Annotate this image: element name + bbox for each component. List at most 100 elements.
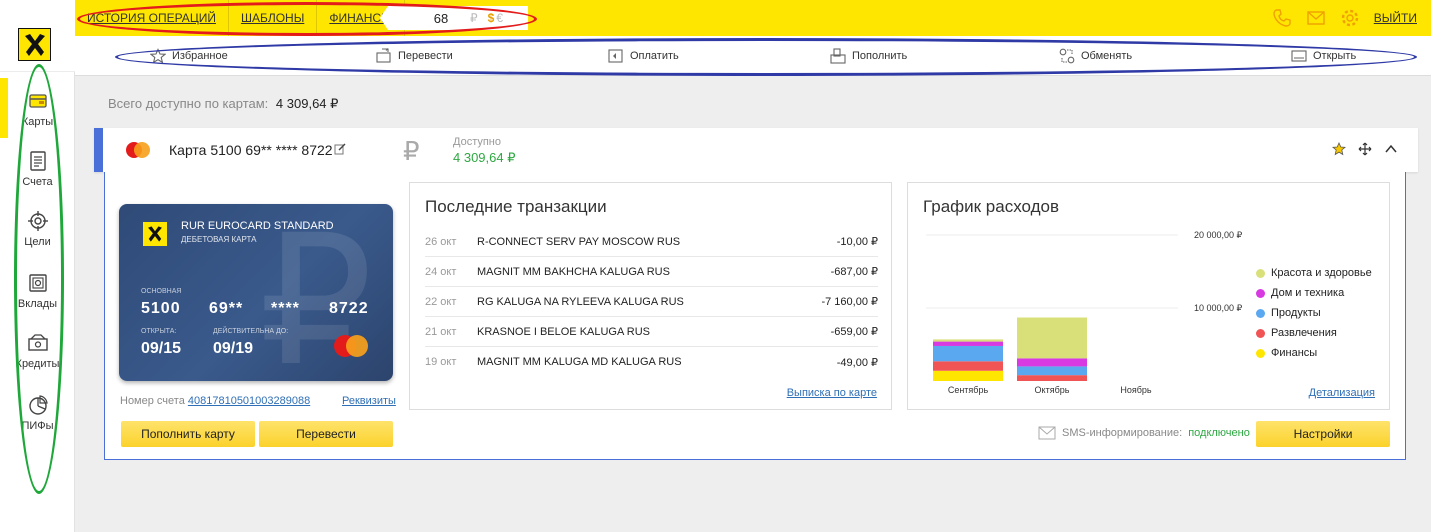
chart-bar-segment[interactable] <box>933 341 1003 346</box>
card-icon <box>28 94 47 108</box>
action-topup[interactable]: Пополнить <box>830 48 907 64</box>
table-row[interactable]: 21 окт KRASNOE I BELOE KALUGA RUS -659,0… <box>425 317 878 347</box>
chart-bar-segment[interactable] <box>1017 366 1087 376</box>
chart-bar-segment[interactable] <box>1017 317 1087 359</box>
card-panel-header[interactable]: Карта 5100 69** **** 8722 ₽ Доступно 4 3… <box>94 128 1418 172</box>
tx-date: 22 окт <box>425 295 457 308</box>
highlight-ellipse-blue <box>115 38 1417 76</box>
tx-amount: -49,00 ₽ <box>836 356 878 369</box>
settings-button[interactable]: Настройки <box>1256 421 1390 447</box>
action-pay[interactable]: Оплатить <box>608 48 679 64</box>
card-valid-date: 09/19 <box>213 340 254 357</box>
tx-amount: -659,00 ₽ <box>830 326 878 338</box>
sidebar-item-deposits[interactable]: Вклады <box>0 272 75 328</box>
legend-swatch <box>1256 348 1265 358</box>
tx-amount: -7 160,00 ₽ <box>821 296 878 308</box>
legend-swatch <box>1256 328 1265 338</box>
details-link[interactable]: Детализация <box>1309 387 1375 399</box>
bank-card-image: ₽ RUR EUROCARD STANDARD ДЕБЕТОВАЯ КАРТА … <box>119 204 393 381</box>
bank-logo[interactable] <box>18 28 51 61</box>
legend-item: Финансы <box>1256 343 1372 363</box>
card-main-label: ОСНОВНАЯ <box>141 288 182 295</box>
mail-icon[interactable] <box>1306 8 1326 28</box>
logout-link[interactable]: ВЫЙТИ <box>1374 11 1417 25</box>
card-product-name: RUR EUROCARD STANDARD <box>181 220 334 232</box>
star-filled-icon[interactable] <box>1332 142 1346 156</box>
header-actions: ВЫЙТИ <box>1272 0 1417 36</box>
legend-label: Красота и здоровье <box>1271 267 1372 279</box>
sidebar-item-accounts[interactable]: Счета <box>0 150 75 206</box>
tx-description: MAGNIT MM BAKHCHA KALUGA RUS <box>477 265 670 278</box>
action-transfer[interactable]: Перевести <box>376 48 453 64</box>
action-label: Обменять <box>1081 50 1133 62</box>
logo-area <box>0 0 75 72</box>
action-exchange[interactable]: Обменять <box>1059 48 1132 64</box>
target-icon <box>27 211 48 231</box>
spending-chart: График расходов 20 000,00 ₽10 000,00 ₽ Се… <box>907 182 1390 410</box>
move-icon[interactable] <box>1358 142 1372 156</box>
phone-icon[interactable] <box>1272 8 1292 28</box>
chart-bar-segment[interactable] <box>933 370 1003 381</box>
action-open[interactable]: Открыть <box>1291 48 1356 64</box>
tx-date: 24 окт <box>425 265 457 278</box>
table-row[interactable]: 19 окт MAGNIT MM KALUGA MD KALUGA RUS -4… <box>425 347 878 377</box>
top-up-icon <box>830 48 846 64</box>
gear-icon[interactable] <box>1340 8 1360 28</box>
pie-icon <box>28 395 48 415</box>
account-number-link[interactable]: 40817810501003289088 <box>188 395 310 407</box>
legend-item: Продукты <box>1256 303 1372 323</box>
chart-bar-segment[interactable] <box>933 361 1003 371</box>
currency-usd[interactable]: $ <box>488 11 495 25</box>
tx-date: 21 окт <box>425 325 457 338</box>
panel-controls <box>1332 142 1398 156</box>
chevron-up-icon[interactable] <box>1384 142 1398 156</box>
topup-card-button[interactable]: Пополнить карту <box>121 421 255 447</box>
sidebar-item-goals[interactable]: Цели <box>0 210 75 266</box>
card-bank-logo <box>143 222 167 246</box>
rate-value: 68 <box>433 10 449 26</box>
raiffeisen-cross-icon <box>148 226 162 242</box>
sidebar-item-credits[interactable]: Кредиты <box>0 332 75 388</box>
nav-history-link[interactable]: ИСТОРИЯ ОПЕРАЦИЙ <box>75 0 229 36</box>
mastercard-logo-icon <box>126 142 150 158</box>
tx-date: 26 окт <box>425 235 457 248</box>
y-tick-label: 10 000,00 ₽ <box>1194 303 1243 313</box>
pay-icon <box>608 49 623 63</box>
legend-swatch <box>1256 288 1265 298</box>
money-icon <box>27 334 48 351</box>
transfer-button[interactable]: Перевести <box>259 421 393 447</box>
requisites-link[interactable]: Реквизиты <box>342 395 396 407</box>
table-row[interactable]: 26 окт R-CONNECT SERV PAY MOSCOW RUS -10… <box>425 227 878 257</box>
sidebar-item-label: Кредиты <box>15 358 60 370</box>
legend-item: Красота и здоровье <box>1256 263 1372 283</box>
safe-icon <box>28 274 47 292</box>
card-opened-date: 09/15 <box>141 340 182 357</box>
sidebar-item-cards[interactable]: Карты <box>0 78 75 146</box>
chart-bar-segment[interactable] <box>1017 375 1087 381</box>
currency-eur[interactable]: € <box>496 11 503 25</box>
legend-swatch <box>1256 308 1265 318</box>
exchange-icon <box>1059 48 1075 64</box>
card-number-part: 5100 <box>141 300 181 317</box>
statement-link[interactable]: Выписка по карте <box>787 387 877 399</box>
card-number-part: **** <box>271 300 300 317</box>
nav-templates-link[interactable]: ШАБЛОНЫ <box>229 0 318 36</box>
chart-bar-segment[interactable] <box>933 345 1003 362</box>
action-favorites[interactable]: Избранное <box>150 48 228 64</box>
table-row[interactable]: 22 окт RG KALUGA NA RYLEEVA KALUGA RUS -… <box>425 287 878 317</box>
sidebar-item-funds[interactable]: ПИФы <box>0 394 75 450</box>
star-outline-icon <box>150 48 166 64</box>
chart-bar-segment[interactable] <box>1017 358 1087 367</box>
legend-item: Дом и техника <box>1256 283 1372 303</box>
total-value: 4 309,64 ₽ <box>275 96 339 111</box>
edit-pencil-icon[interactable] <box>334 143 346 155</box>
account-label: Номер счета <box>120 395 185 407</box>
currency-rub[interactable]: ₽ <box>470 11 478 25</box>
sidebar-item-label: Счета <box>22 176 53 188</box>
document-icon <box>29 151 46 171</box>
transfer-icon <box>376 48 391 63</box>
chart-bar-segment[interactable] <box>933 339 1003 342</box>
table-row[interactable]: 24 окт MAGNIT MM BAKHCHA KALUGA RUS -687… <box>425 257 878 287</box>
mastercard-logo-icon <box>334 335 368 357</box>
tx-amount: -687,00 ₽ <box>830 266 878 278</box>
